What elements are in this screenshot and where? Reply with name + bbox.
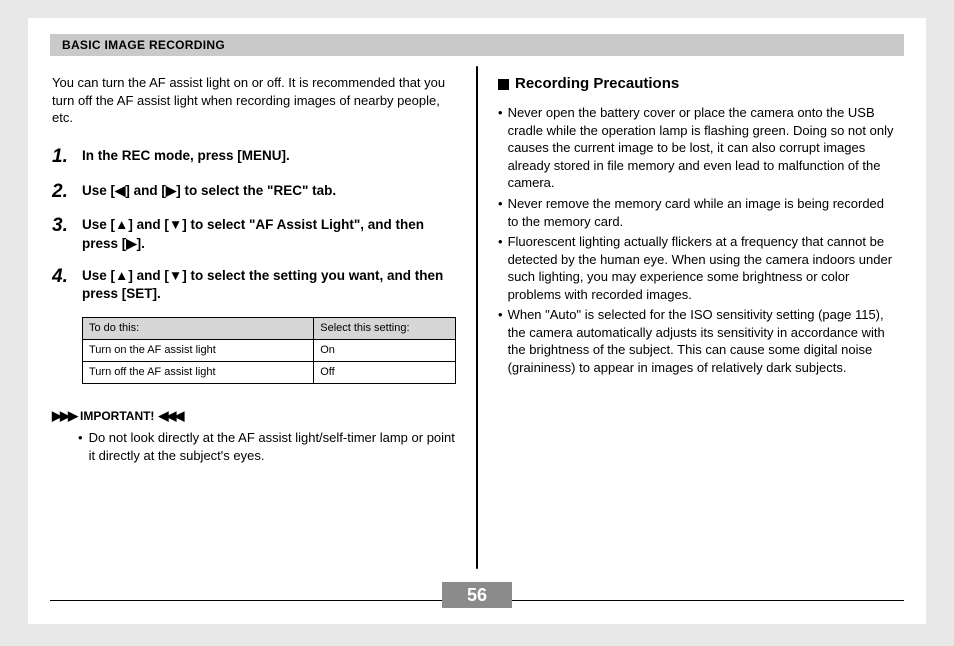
table-row: Turn off the AF assist light Off	[83, 361, 456, 383]
table-row: Turn on the AF assist light On	[83, 340, 456, 362]
precaution-text: Fluorescent lighting actually flickers a…	[508, 233, 898, 303]
step-number: 3.	[52, 216, 82, 237]
section-title: BASIC IMAGE RECORDING	[62, 38, 225, 52]
settings-table-wrap: To do this: Select this setting: Turn on…	[52, 317, 456, 384]
step-text: Use [▲] and [▼] to select "AF Assist Lig…	[82, 216, 456, 252]
bullet-dot-icon: •	[498, 233, 503, 251]
table-cell-action: Turn on the AF assist light	[83, 340, 314, 362]
precaution-bullet: • Never open the battery cover or place …	[498, 104, 898, 192]
table-cell-setting: Off	[314, 361, 456, 383]
precaution-bullet: • Never remove the memory card while an …	[498, 195, 898, 230]
step-text: In the REC mode, press [MENU].	[82, 147, 290, 165]
body-columns: You can turn the AF assist light on or o…	[50, 66, 904, 569]
page-number-badge: 56	[442, 582, 512, 608]
page-footer: 56	[50, 580, 904, 610]
left-column: You can turn the AF assist light on or o…	[50, 66, 476, 569]
step-text: Use [▲] and [▼] to select the setting yo…	[82, 267, 456, 303]
precaution-text: Never remove the memory card while an im…	[508, 195, 898, 230]
bullet-dot-icon: •	[498, 104, 503, 122]
settings-table: To do this: Select this setting: Turn on…	[82, 317, 456, 384]
step-3: 3. Use [▲] and [▼] to select "AF Assist …	[52, 216, 456, 252]
step-number: 1.	[52, 147, 82, 168]
precaution-text: Never open the battery cover or place th…	[508, 104, 898, 192]
intro-paragraph: You can turn the AF assist light on or o…	[52, 74, 456, 127]
important-text: Do not look directly at the AF assist li…	[89, 429, 456, 464]
table-cell-action: Turn off the AF assist light	[83, 361, 314, 383]
step-1: 1. In the REC mode, press [MENU].	[52, 147, 456, 168]
important-icon-right: ◀◀◀	[158, 409, 182, 422]
table-header-action: To do this:	[83, 318, 314, 340]
step-2: 2. Use [◀] and [▶] to select the "REC" t…	[52, 182, 456, 203]
step-number: 4.	[52, 267, 82, 288]
step-4: 4. Use [▲] and [▼] to select the setting…	[52, 267, 456, 303]
page-number: 56	[467, 585, 487, 606]
important-icon-left: ▶▶▶	[52, 409, 76, 422]
table-header-row: To do this: Select this setting:	[83, 318, 456, 340]
important-bullet: • Do not look directly at the AF assist …	[52, 429, 456, 464]
table-cell-setting: On	[314, 340, 456, 362]
step-text: Use [◀] and [▶] to select the "REC" tab.	[82, 182, 336, 200]
right-column: Recording Precautions • Never open the b…	[478, 66, 904, 569]
square-bullet-icon	[498, 79, 509, 90]
section-header-bar: BASIC IMAGE RECORDING	[50, 34, 904, 56]
manual-page: BASIC IMAGE RECORDING You can turn the A…	[28, 18, 926, 624]
subheading-text: Recording Precautions	[515, 74, 679, 94]
bullet-dot-icon: •	[78, 429, 83, 447]
important-label: IMPORTANT!	[80, 408, 154, 424]
precaution-bullet: • Fluorescent lighting actually flickers…	[498, 233, 898, 303]
subheading-row: Recording Precautions	[498, 74, 898, 94]
precaution-bullet: • When "Auto" is selected for the ISO se…	[498, 306, 898, 376]
bullet-dot-icon: •	[498, 195, 503, 213]
important-heading: ▶▶▶ IMPORTANT! ◀◀◀	[52, 408, 456, 424]
bullet-dot-icon: •	[498, 306, 503, 324]
precaution-text: When "Auto" is selected for the ISO sens…	[508, 306, 898, 376]
table-header-setting: Select this setting:	[314, 318, 456, 340]
step-number: 2.	[52, 182, 82, 203]
